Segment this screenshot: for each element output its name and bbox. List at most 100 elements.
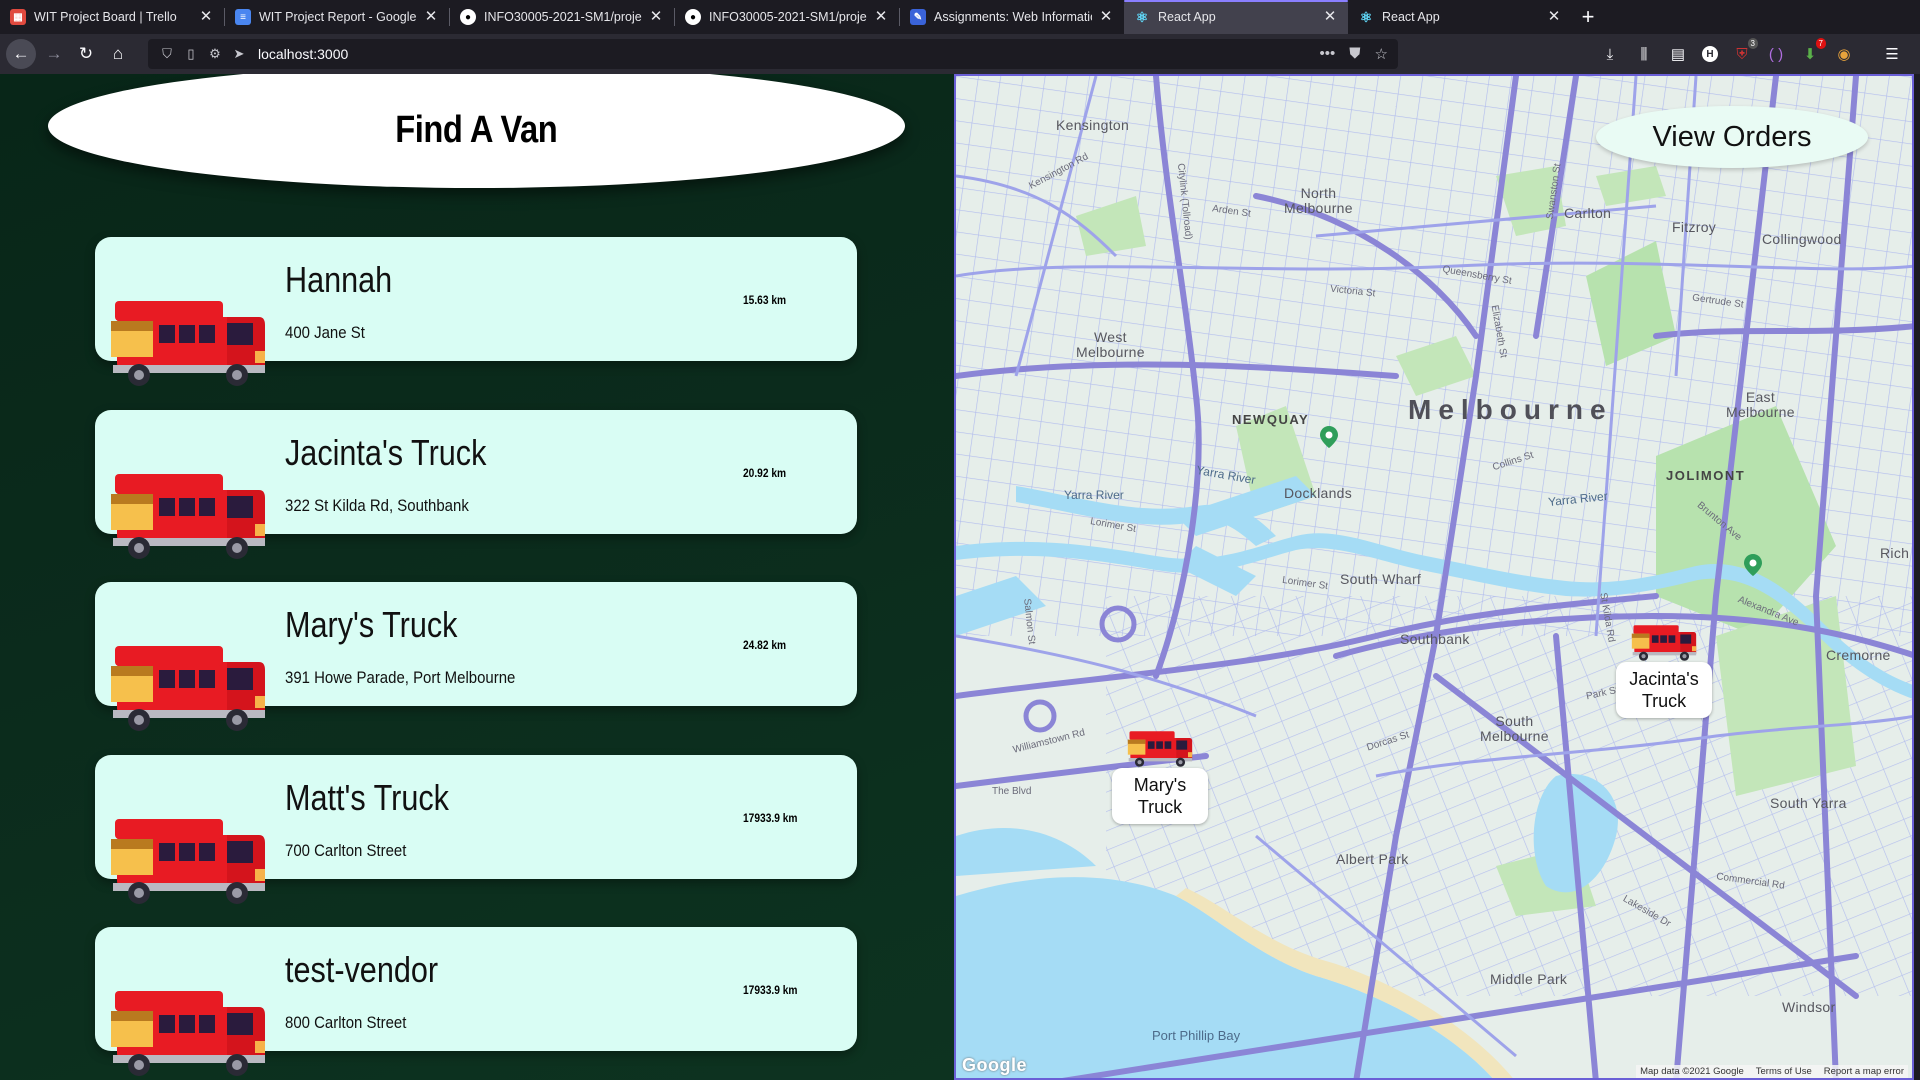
google-map[interactable]: Kensington Kensington Rd Citylink (Tollr… xyxy=(954,74,1914,1080)
van-card[interactable]: Jacinta's Truck 322 St Kilda Rd, Southba… xyxy=(95,410,857,559)
map-label: Cremorne xyxy=(1826,647,1891,663)
map-label: Docklands xyxy=(1284,485,1353,501)
map-data-credit: Map data ©2021 Google xyxy=(1640,1066,1744,1077)
bookmark-star-icon[interactable]: ☆ xyxy=(1375,45,1388,63)
map-label: South Wharf xyxy=(1340,571,1422,587)
extension-badge: 3 xyxy=(1747,38,1758,49)
browser-tab[interactable]: ≡ WIT Project Report - Google Do ✕ xyxy=(225,0,449,34)
back-button[interactable]: ← xyxy=(6,39,36,69)
map-label: Yarra River xyxy=(1064,488,1124,502)
close-icon[interactable]: ✕ xyxy=(423,9,439,25)
page-icon[interactable]: ▯ xyxy=(182,46,200,62)
google-logo[interactable]: Google xyxy=(962,1055,1027,1076)
map-label: South Melbourne xyxy=(1480,713,1549,744)
tab-title: WIT Project Report - Google Do xyxy=(259,10,417,24)
canvas-icon: ✎ xyxy=(910,9,926,25)
extension-download-icon[interactable]: ⬇ 7 xyxy=(1800,38,1826,64)
pocket-icon[interactable]: ⛊ xyxy=(1349,45,1360,63)
map-label: Collingwood xyxy=(1762,231,1842,247)
extension-bracket-icon[interactable]: ( ) xyxy=(1766,44,1786,64)
browser-tab[interactable]: ✎ Assignments: Web Information ✕ xyxy=(900,0,1124,34)
van-address: 700 Carlton Street xyxy=(285,841,407,860)
location-arrow-icon[interactable]: ➤ xyxy=(230,46,248,62)
van-address: 800 Carlton Street xyxy=(285,1013,407,1032)
page-header: Find A Van xyxy=(48,74,905,188)
close-icon[interactable]: ✕ xyxy=(1546,9,1562,25)
menu-icon[interactable]: ☰ xyxy=(1882,44,1902,64)
address-bar[interactable]: ⛉ ▯ ⚙ ➤ localhost:3000 ••• ⛊ ☆ xyxy=(148,39,1398,69)
close-icon[interactable]: ✕ xyxy=(198,9,214,25)
tab-title: React App xyxy=(1382,10,1440,24)
close-icon[interactable]: ✕ xyxy=(873,9,889,25)
close-icon[interactable]: ✕ xyxy=(648,9,664,25)
more-actions-icon[interactable]: ••• xyxy=(1320,45,1336,63)
park-pin-icon[interactable] xyxy=(1744,554,1762,576)
map-label: Kensington xyxy=(1056,117,1130,133)
react-icon: ⚛ xyxy=(1359,8,1373,25)
view-orders-button[interactable]: View Orders xyxy=(1596,106,1868,168)
home-button[interactable]: ⌂ xyxy=(102,38,134,70)
tab-title: INFO30005-2021-SM1/project- xyxy=(484,10,642,24)
new-tab-button[interactable]: + xyxy=(1572,0,1604,34)
map-label: Southbank xyxy=(1400,631,1470,647)
map-label: South Yarra xyxy=(1770,795,1847,811)
van-card[interactable]: Mary's Truck 391 Howe Parade, Port Melbo… xyxy=(95,582,857,731)
tab-title: INFO30005-2021-SM1/project- xyxy=(709,10,867,24)
food-truck-icon xyxy=(1127,731,1193,767)
url-text[interactable]: localhost:3000 xyxy=(258,46,1320,62)
van-name: test-vendor xyxy=(285,949,439,990)
extension-badge: 7 xyxy=(1815,38,1826,49)
van-address: 400 Jane St xyxy=(285,323,365,342)
sidebar-icon[interactable]: ▤ xyxy=(1668,44,1688,64)
park-pin-icon[interactable] xyxy=(1320,426,1338,448)
van-distance: 17933.9 km xyxy=(743,811,798,825)
page-title: Find A Van xyxy=(395,108,558,151)
reload-button[interactable]: ↻ xyxy=(70,38,102,70)
marker-label: Jacinta's Truck xyxy=(1616,662,1712,718)
map-label: Port Phillip Bay xyxy=(1152,1028,1241,1043)
map-label: Fitzroy xyxy=(1672,219,1717,235)
close-icon[interactable]: ✕ xyxy=(1322,9,1338,25)
map-label: Windsor xyxy=(1782,999,1836,1015)
page-content: Find A Van Hannah 400 Jane St 15.63 km J… xyxy=(0,74,1920,1080)
food-truck-icon xyxy=(111,646,265,731)
permissions-icon[interactable]: ⚙ xyxy=(206,46,224,62)
library-icon[interactable]: ⫼ xyxy=(1634,44,1654,64)
map-label: JOLIMONT xyxy=(1666,468,1746,483)
extension-h-icon[interactable]: H xyxy=(1702,46,1718,62)
map-label: Carlton xyxy=(1564,205,1612,221)
browser-tab-active[interactable]: ⚛ React App ✕ xyxy=(1124,0,1348,34)
van-address: 322 St Kilda Rd, Southbank xyxy=(285,496,469,515)
forward-button[interactable]: → xyxy=(38,38,70,70)
food-truck-icon xyxy=(111,991,265,1076)
close-icon[interactable]: ✕ xyxy=(1098,9,1114,25)
map-label: West Melbourne xyxy=(1076,329,1145,360)
browser-tab[interactable]: ▦ WIT Project Board | Trello ✕ xyxy=(0,0,224,34)
ublock-icon[interactable]: ⛨ 3 xyxy=(1732,38,1758,64)
react-icon: ⚛ xyxy=(1135,8,1149,25)
browser-tab[interactable]: ⚛ React App ✕ xyxy=(1348,0,1572,34)
browser-tab[interactable]: ● INFO30005-2021-SM1/project- ✕ xyxy=(450,0,674,34)
map-tiles[interactable] xyxy=(956,76,1914,1080)
github-icon: ● xyxy=(460,9,476,25)
report-map-error-link[interactable]: Report a map error xyxy=(1824,1066,1904,1077)
map-label: The Blvd xyxy=(992,786,1032,797)
terms-link[interactable]: Terms of Use xyxy=(1756,1066,1812,1077)
browser-tab[interactable]: ● INFO30005-2021-SM1/project- ✕ xyxy=(675,0,899,34)
van-marker[interactable]: Mary's Truck xyxy=(1112,728,1208,824)
github-icon: ● xyxy=(685,9,701,25)
shield-icon[interactable]: ⛉ xyxy=(158,46,176,62)
van-card[interactable]: test-vendor 800 Carlton Street 17933.9 k… xyxy=(95,927,857,1076)
tab-title: Assignments: Web Information xyxy=(934,10,1092,24)
download-icon[interactable]: ⤓ xyxy=(1600,44,1620,64)
van-distance: 20.92 km xyxy=(743,466,787,480)
van-name: Hannah xyxy=(285,259,393,300)
map-label: Rich xyxy=(1880,545,1910,561)
van-marker[interactable]: Jacinta's Truck xyxy=(1616,622,1712,718)
van-card[interactable]: Matt's Truck 700 Carlton Street 17933.9 … xyxy=(95,755,857,904)
van-card[interactable]: Hannah 400 Jane St 15.63 km xyxy=(95,237,857,386)
tab-title: React App xyxy=(1158,10,1216,24)
map-label: North Melbourne xyxy=(1284,185,1353,216)
van-name: Matt's Truck xyxy=(285,777,449,818)
extension-globe-icon[interactable]: ◉ xyxy=(1834,44,1854,64)
